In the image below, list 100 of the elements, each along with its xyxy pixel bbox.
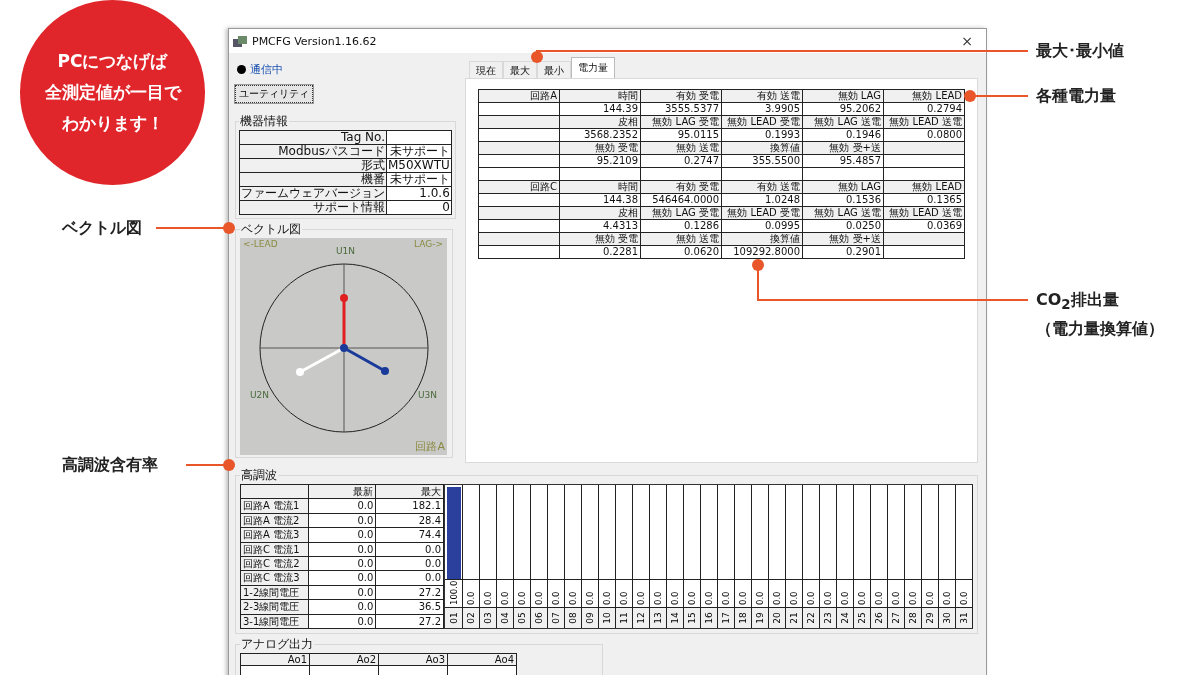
table-cell: 0.0 xyxy=(308,542,376,557)
status-dot-icon xyxy=(237,65,246,74)
table-cell: 1.0248 xyxy=(721,193,803,207)
bar-order: 24 xyxy=(840,612,850,624)
column-header: Ao3 xyxy=(378,653,448,666)
column-header: Ao1 xyxy=(240,653,310,666)
bar-order: 11 xyxy=(619,612,629,624)
table-cell: 0.0250 xyxy=(802,219,884,233)
table-cell: 0.1365 xyxy=(883,193,965,207)
table-cell: 時間 xyxy=(559,89,641,103)
group-title: アナログ出力 xyxy=(240,636,314,653)
bar-value: 0.0 xyxy=(466,591,476,605)
bar-value: 0.0 xyxy=(942,591,952,605)
bar-order: 05 xyxy=(517,612,527,624)
table-cell: 0.0369 xyxy=(883,219,965,233)
table-cell: 355.5500 xyxy=(721,154,803,168)
table-cell: 有効 受電 xyxy=(640,89,722,103)
bar-order: 09 xyxy=(585,612,595,624)
phase-label: U1N xyxy=(336,246,356,256)
table-cell: 0.0 xyxy=(375,570,444,586)
bar-order: 04 xyxy=(500,612,510,624)
bar-order: 10 xyxy=(602,612,612,624)
lead-label: <-LEAD xyxy=(243,239,278,249)
bar-value: 0.0 xyxy=(908,591,918,605)
bar-value: 0.0 xyxy=(602,591,612,605)
table-cell: M50XWTU xyxy=(386,158,452,173)
bar-value: 0.0 xyxy=(891,591,901,605)
table-cell: 0.1993 xyxy=(721,128,803,142)
bar-value: 0.0 xyxy=(857,591,867,605)
bar-order: 06 xyxy=(534,612,544,624)
bar-order: 21 xyxy=(789,612,799,624)
table-cell: 無効 LEAD xyxy=(883,89,965,103)
table-cell: 0.0 xyxy=(308,585,376,600)
callout-label: 最大･最小値 xyxy=(1036,40,1124,62)
phase-label: U2N xyxy=(250,390,270,400)
bar-value: 0.0 xyxy=(959,591,969,605)
column-header: 最新 xyxy=(308,484,376,499)
bar-order: 20 xyxy=(772,612,782,624)
leader-line xyxy=(964,90,1029,102)
table-cell: 3.9905 xyxy=(721,102,803,116)
table-cell: 1.0.6 xyxy=(386,186,452,201)
table-cell: 有効 送電 xyxy=(721,89,803,103)
callout-label: 各種電力量 xyxy=(1036,85,1116,107)
table-cell: 0.0 xyxy=(308,513,376,528)
close-button[interactable]: × xyxy=(948,30,986,52)
window-title: PMCFG Version1.16.62 xyxy=(252,34,377,48)
bar-value: 0.0 xyxy=(534,591,544,605)
badge-text: PCにつなげば xyxy=(57,50,168,73)
bar-order: 23 xyxy=(823,612,833,624)
bar-order: 22 xyxy=(806,612,816,624)
table-cell: 0.1286 xyxy=(640,219,722,233)
bar-order: 30 xyxy=(942,612,952,624)
tab[interactable]: 最大 xyxy=(503,61,537,78)
table-cell: 3555.5377 xyxy=(640,102,722,116)
bar-value: 0.0 xyxy=(738,591,748,605)
callout-label: ベクトル図 xyxy=(62,217,142,239)
bar-order: 29 xyxy=(925,612,935,624)
bar-order: 15 xyxy=(687,612,697,624)
column-header: Ao2 xyxy=(309,653,379,666)
bar-order: 16 xyxy=(704,612,714,624)
bar-value: 0.0 xyxy=(789,591,799,605)
table-cell: 0.0620 xyxy=(640,245,722,259)
bar-order: 12 xyxy=(636,612,646,624)
bar-order: 26 xyxy=(874,612,884,624)
bar-order: 18 xyxy=(738,612,748,624)
bar-value: 0.0 xyxy=(670,591,680,605)
table-cell: 0.1946 xyxy=(802,128,884,142)
bar-order: 31 xyxy=(959,612,969,624)
tab[interactable]: 電力量 xyxy=(571,57,615,78)
bar-value: 100.0 xyxy=(449,580,459,605)
group-title: 高調波 xyxy=(240,467,278,484)
table-cell: 0.2901 xyxy=(802,245,884,259)
table-cell: 27.2 xyxy=(375,614,444,629)
group-title: 機器情報 xyxy=(239,113,289,130)
bar-order: 14 xyxy=(670,612,680,624)
bar-value: 0.0 xyxy=(704,591,714,605)
bar-value: 0.0 xyxy=(755,591,765,605)
bar-value: 0.0 xyxy=(568,591,578,605)
table-cell: 95.4857 xyxy=(802,154,884,168)
table-cell: 28.4 xyxy=(375,513,444,528)
table-cell: 95.0115 xyxy=(640,128,722,142)
tab[interactable]: 最小 xyxy=(537,61,571,78)
bar-value: 0.0 xyxy=(636,591,646,605)
table-cell: 0.0 xyxy=(308,556,376,571)
bar-order: 27 xyxy=(891,612,901,624)
bar-order: 19 xyxy=(755,612,765,624)
table-cell: 0.0 xyxy=(375,556,444,571)
phase-label: U3N xyxy=(417,390,437,400)
bar-value: 0.0 xyxy=(874,591,884,605)
table-cell: 144.38 xyxy=(559,193,641,207)
table-cell: 回路A xyxy=(478,89,560,103)
table-cell: 182.1 xyxy=(375,498,444,514)
table-cell: 0 xyxy=(386,200,452,215)
utility-button[interactable]: ユーティリティ xyxy=(235,85,313,103)
table-cell: 0.2794 xyxy=(883,102,965,116)
tab[interactable]: 現在 xyxy=(469,61,503,78)
bar-order: 01 xyxy=(449,612,459,624)
bar-value: 0.0 xyxy=(483,591,493,605)
status-text: 通信中 xyxy=(250,62,283,77)
bar-order: 17 xyxy=(721,612,731,624)
